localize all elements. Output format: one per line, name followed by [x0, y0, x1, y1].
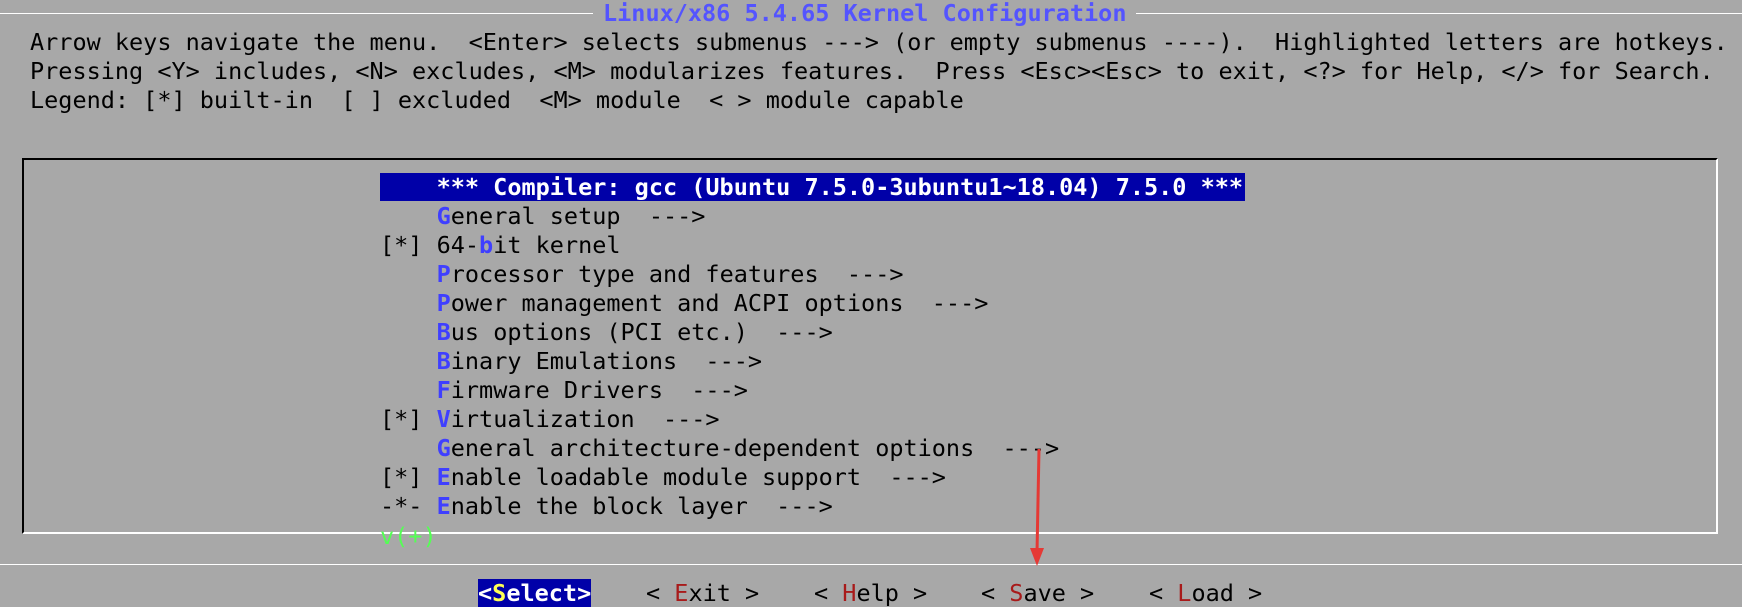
annotation-arrow-icon [1030, 448, 1044, 566]
